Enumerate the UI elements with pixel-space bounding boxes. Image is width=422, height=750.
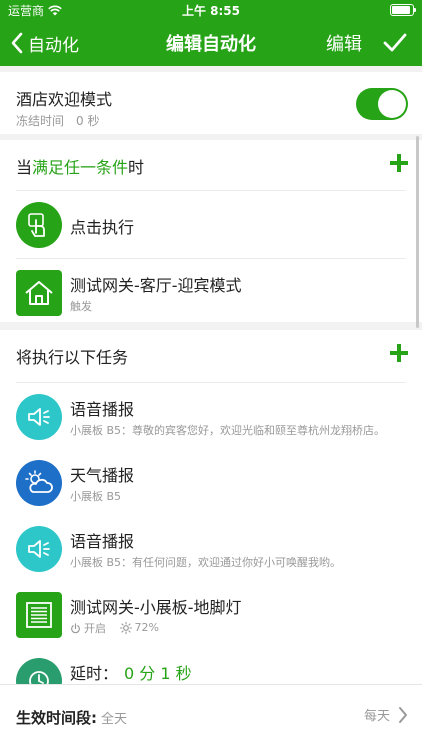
repeat-value: 每天 bbox=[363, 709, 390, 724]
task-item-voice-broadcast[interactable]: 语音播报 小展板 B5：尊敬的宾客您好，欢迎光临和颐至尊杭州龙翔桥店。 bbox=[0, 384, 422, 450]
condition-mode-link[interactable]: 满足任一条件 bbox=[32, 158, 128, 177]
delay-value: 0 分 1 秒 bbox=[124, 664, 192, 683]
add-task-button[interactable] bbox=[390, 344, 408, 362]
condition-item-tap[interactable]: 点击执行 bbox=[0, 192, 422, 258]
confirm-check-icon[interactable] bbox=[382, 30, 408, 56]
chevron-left-icon bbox=[11, 32, 23, 54]
speaker-icon bbox=[16, 526, 62, 572]
toggle-knob bbox=[378, 90, 406, 118]
battery-icon bbox=[390, 4, 416, 16]
clock-icon bbox=[16, 658, 62, 684]
weather-cloud-icon bbox=[16, 460, 62, 506]
effective-period-label: 生效时间段: bbox=[16, 709, 97, 727]
tasks-card: 将执行以下任务 语音播报 小展板 B5：尊敬的宾客您好，欢迎光临和颐至尊杭州龙翔… bbox=[0, 330, 422, 684]
task-item-weather-broadcast[interactable]: 天气播报 小展板 B5 bbox=[0, 450, 422, 516]
task-subtitle: 小展板 B5 bbox=[70, 490, 122, 503]
conditions-card: 当满足任一条件时 点击执行 测试网关-客厅-迎宾模式 触发 bbox=[0, 140, 422, 322]
clock-time: 上午 8:55 bbox=[181, 3, 241, 18]
floor-light-icon bbox=[16, 592, 62, 638]
task-item-delay[interactable]: 延时： 0 分 1 秒 bbox=[0, 648, 422, 684]
chevron-right-icon bbox=[399, 706, 407, 723]
conditions-header: 当满足任一条件时 bbox=[16, 158, 145, 177]
enable-toggle[interactable] bbox=[356, 88, 408, 120]
back-button[interactable]: 自动化 bbox=[10, 20, 79, 66]
divider bbox=[16, 382, 406, 383]
effective-period-value: 全天 bbox=[101, 712, 128, 727]
status-bar: 运营商 上午 8:55 bbox=[0, 0, 422, 20]
automation-name: 酒店欢迎模式 bbox=[16, 90, 113, 109]
brightness-icon bbox=[119, 621, 132, 634]
tap-hand-icon bbox=[16, 202, 62, 248]
repeat-selector[interactable]: 每天 bbox=[364, 705, 408, 724]
effective-period-bar[interactable]: 生效时间段: 全天 每天 bbox=[0, 684, 422, 750]
task-item-floor-light[interactable]: 测试网关-小展板-地脚灯 开启 72% bbox=[0, 582, 422, 648]
task-title: 语音播报 bbox=[70, 400, 135, 419]
home-icon bbox=[16, 270, 62, 316]
freeze-time: 冻结时间 0 秒 bbox=[16, 114, 100, 128]
power-state: 开启 bbox=[84, 622, 106, 635]
condition-item-gateway-mode[interactable]: 测试网关-客厅-迎宾模式 触发 bbox=[0, 260, 422, 326]
add-condition-button[interactable] bbox=[390, 154, 408, 172]
task-status: 开启 72% bbox=[70, 620, 169, 637]
speaker-icon bbox=[16, 394, 62, 440]
task-subtitle: 小展板 B5：有任何问题，欢迎通过你好小可唤醒我哟。 bbox=[70, 556, 342, 569]
task-title: 测试网关-小展板-地脚灯 bbox=[70, 598, 242, 617]
content-scroll-area[interactable]: 酒店欢迎模式 冻结时间 0 秒 当满足任一条件时 点击执行 测试网关-客厅-迎宾… bbox=[0, 66, 422, 684]
nav-bar: 自动化 编辑自动化 编辑 bbox=[0, 20, 422, 66]
brightness-value: 72% bbox=[134, 621, 159, 634]
condition-title: 测试网关-客厅-迎宾模式 bbox=[70, 276, 242, 295]
task-title: 语音播报 bbox=[70, 532, 135, 551]
task-title: 天气播报 bbox=[70, 466, 135, 485]
power-icon bbox=[71, 622, 80, 633]
task-item-voice-broadcast[interactable]: 语音播报 小展板 B5：有任何问题，欢迎通过你好小可唤醒我哟。 bbox=[0, 516, 422, 582]
divider bbox=[16, 190, 406, 191]
automation-mode-card: 酒店欢迎模式 冻结时间 0 秒 bbox=[0, 72, 422, 134]
scrollbar[interactable] bbox=[416, 136, 419, 328]
back-label: 自动化 bbox=[28, 35, 79, 56]
divider bbox=[16, 258, 406, 259]
condition-subtitle: 触发 bbox=[70, 300, 92, 313]
task-subtitle: 小展板 B5：尊敬的宾客您好，欢迎光临和颐至尊杭州龙翔桥店。 bbox=[70, 424, 386, 437]
tasks-header: 将执行以下任务 bbox=[16, 348, 129, 367]
condition-title: 点击执行 bbox=[70, 218, 135, 237]
task-title: 延时： 0 分 1 秒 bbox=[70, 664, 192, 683]
edit-button[interactable]: 编辑 bbox=[326, 20, 362, 66]
